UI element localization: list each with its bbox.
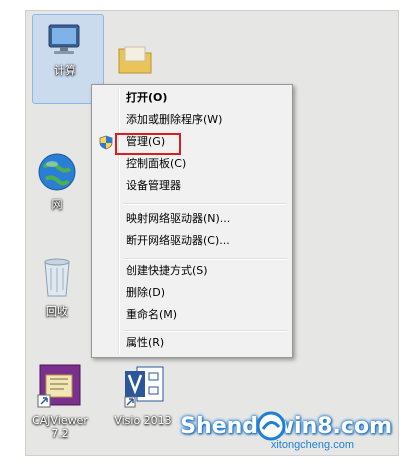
menu-item-label: 设备管理器	[126, 179, 181, 192]
menu-item-map-network-drive[interactable]: 映射网络驱动器(N)...	[95, 209, 289, 229]
desktop-icon-label: CAJViewer 7.2	[32, 414, 88, 440]
menu-item-label: 控制面板(C)	[126, 157, 187, 170]
menu-item-rename[interactable]: 重命名(M)	[95, 305, 289, 325]
menu-separator	[123, 330, 287, 332]
desktop-icon-label: 回收	[46, 305, 68, 318]
menu-item-label: 映射网络驱动器(N)...	[126, 212, 231, 225]
menu-item-disconnect-network-drive[interactable]: 断开网络驱动器(C)...	[95, 231, 289, 251]
menu-item-label: 删除(D)	[126, 286, 166, 299]
menu-item-delete[interactable]: 删除(D)	[95, 283, 289, 303]
menu-item-open[interactable]: 打开(O)	[95, 88, 289, 108]
menu-item-label: 重命名(M)	[126, 308, 178, 321]
highlight-box	[115, 133, 181, 155]
shield-icon	[99, 135, 113, 150]
watermark-logo-icon	[256, 411, 286, 441]
desktop: 计算 网 回收 CAJViewer 7.2 Visio 2013 打开(O) 添…	[25, 10, 399, 456]
visio-icon	[124, 366, 164, 408]
menu-item-label: 打开(O)	[126, 91, 168, 104]
menu-item-label: 添加或删除程序(W)	[126, 113, 223, 126]
recycle-bin-icon	[44, 258, 70, 297]
menu-separator	[123, 203, 287, 205]
desktop-icon-visio[interactable]: Visio 2013	[108, 363, 178, 427]
desktop-icon-label: 网	[51, 198, 63, 211]
desktop-icon-recycle-bin[interactable]: 回收	[26, 254, 88, 318]
watermark: Shenduwin8.com xitongcheng.com	[180, 411, 392, 451]
desktop-icon-cajviewer[interactable]: CAJViewer 7.2	[28, 363, 92, 440]
desktop-icon-label: Visio 2013	[114, 414, 172, 427]
desktop-icon-label: 计算	[54, 64, 76, 77]
computer-icon	[48, 24, 80, 54]
menu-item-properties[interactable]: 属性(R)	[95, 333, 289, 353]
menu-separator	[123, 258, 287, 260]
menu-item-label: 断开网络驱动器(C)...	[126, 234, 230, 247]
context-menu: 打开(O) 添加或删除程序(W) 管理(G) 控制面板(C) 设备管理器 映射网…	[91, 84, 293, 358]
folder-icon	[118, 46, 152, 74]
menu-item-device-manager[interactable]: 设备管理器	[95, 176, 289, 196]
menu-item-add-remove-programs[interactable]: 添加或删除程序(W)	[95, 110, 289, 130]
menu-item-label: 属性(R)	[126, 336, 165, 349]
menu-item-label: 创建快捷方式(S)	[126, 264, 208, 277]
cajviewer-icon	[37, 364, 81, 408]
desktop-icon-computer[interactable]: 计算	[34, 19, 96, 77]
menu-item-control-panel[interactable]: 控制面板(C)	[95, 154, 289, 174]
menu-item-create-shortcut[interactable]: 创建快捷方式(S)	[95, 261, 289, 281]
desktop-icon-network[interactable]: 网	[26, 151, 88, 211]
screenshot-frame: 计算 网 回收 CAJViewer 7.2 Visio 2013 打开(O) 添…	[0, 0, 414, 474]
desktop-icon-folder[interactable]	[104, 39, 166, 82]
globe-icon	[38, 153, 76, 191]
